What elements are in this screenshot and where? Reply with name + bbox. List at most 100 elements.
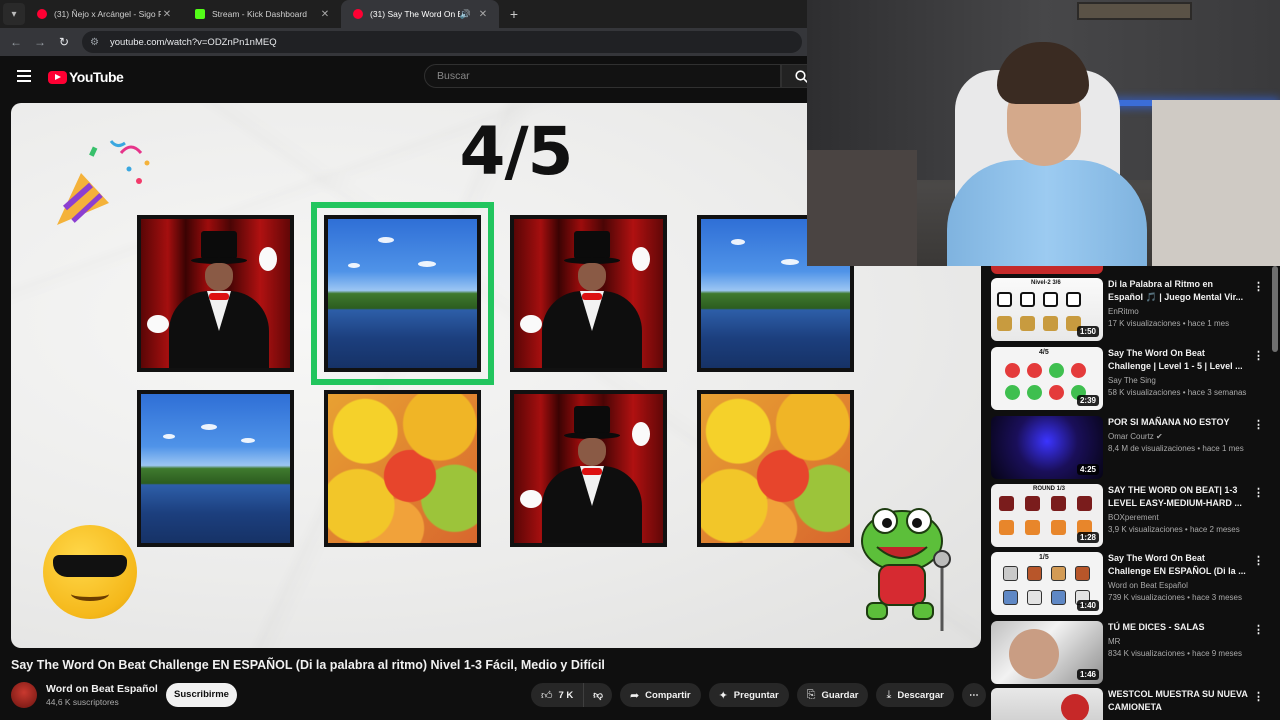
video-thumbnail[interactable]: Nivel-2 3/6 1:50	[991, 278, 1103, 341]
recommendation-item[interactable]: 4:25 POR SI MAÑANA NO ESTOY Omar Courtz …	[991, 416, 1266, 480]
channel-name[interactable]: Word on Beat Español	[46, 683, 158, 695]
recommendation-item[interactable]: 4/5 2:39 Say The Word On Beat Challenge …	[991, 347, 1266, 411]
tab-title: Stream - Kick Dashboard	[212, 9, 307, 19]
search-input[interactable]: Buscar	[424, 64, 781, 88]
subscribe-button[interactable]: Suscribirme	[166, 683, 237, 707]
video-thumbnail[interactable]	[991, 688, 1103, 720]
video-thumbnail[interactable]: 1/5 1:40	[991, 552, 1103, 615]
browser-tab-3-active[interactable]: (31) Say The Word On Beat 🔊 ✕	[341, 0, 499, 28]
game-card-lake	[137, 390, 294, 547]
share-button[interactable]: ➦ Compartir	[619, 683, 701, 707]
tab-search-icon[interactable]: ▾	[3, 3, 25, 25]
video-duration: 2:39	[1076, 395, 1099, 406]
recommendation-item[interactable]: WESTCOL MUESTRA SU NUEVA CAMIONETA ⋮	[991, 688, 1266, 720]
video-thumbnail[interactable]: ROUND 1/3 1:28	[991, 484, 1103, 547]
browser-tab-2[interactable]: Stream - Kick Dashboard ✕	[183, 0, 341, 28]
dislike-button[interactable]: 👎︎	[584, 683, 612, 707]
game-card-magician	[510, 390, 667, 547]
share-label: Compartir	[645, 689, 691, 701]
game-card-magician	[137, 215, 294, 372]
sidebar-scrollbar[interactable]	[1272, 266, 1278, 352]
download-icon: ⤓	[886, 688, 892, 701]
close-tab-icon[interactable]: ✕	[161, 9, 173, 20]
streamer-jersey	[947, 160, 1147, 266]
ask-label: Preguntar	[733, 689, 779, 701]
youtube-favicon-icon	[353, 9, 363, 19]
ask-button[interactable]: ✦ Preguntar	[708, 683, 789, 707]
recommendation-meta: 17 K visualizaciones • hace 1 mes	[1108, 319, 1230, 328]
recommendation-title[interactable]: Di la Palabra al Ritmo en Español 🎵 | Ju…	[1108, 278, 1248, 304]
video-thumbnail[interactable]: 4:25	[991, 416, 1103, 479]
logo-text: YouTube	[69, 69, 124, 85]
recommendation-item[interactable]: ROUND 1/3 1:28 SAY THE WORD ON BEAT| 1-3…	[991, 484, 1266, 548]
recommendation-title[interactable]: SAY THE WORD ON BEAT| 1-3 LEVEL EASY-MED…	[1108, 484, 1248, 510]
video-title: Say The Word On Beat Challenge EN ESPAÑO…	[11, 658, 605, 672]
recommendation-title[interactable]: Say The Word On Beat Challenge | Level 1…	[1108, 347, 1248, 373]
video-duration: 4:25	[1076, 464, 1099, 475]
more-actions-button[interactable]: ⋯	[961, 683, 986, 707]
url-text: youtube.com/watch?v=ODZnPn1nMEQ	[110, 36, 277, 48]
forward-icon[interactable]: →	[28, 35, 52, 49]
menu-icon[interactable]	[17, 70, 31, 82]
channel-avatar[interactable]	[11, 682, 37, 708]
close-tab-icon[interactable]: ✕	[319, 9, 331, 20]
share-icon: ➦	[629, 689, 640, 702]
recommendation-title[interactable]: POR SI MAÑANA NO ESTOY	[1108, 416, 1248, 429]
recommendation-item[interactable]: 1:46 TÚ ME DICES - SALAS MR 834 K visual…	[991, 621, 1266, 685]
recommendation-channel[interactable]: BOXperement	[1108, 513, 1248, 522]
webcam-overlay	[807, 0, 1280, 266]
browser-tab-1[interactable]: (31) Ñejo x Arcángel - Sigo Pen ✕	[25, 0, 183, 28]
recommendation-item[interactable]: 1/5 1:40 Say The Word On Beat Challenge …	[991, 552, 1266, 616]
bookmark-icon: ⎘	[806, 688, 816, 701]
recommendation-title[interactable]: Say The Word On Beat Challenge EN ESPAÑO…	[1108, 552, 1248, 578]
kick-favicon-icon	[195, 9, 205, 19]
youtube-favicon-icon	[37, 9, 47, 19]
more-options-icon[interactable]: ⋮	[1253, 280, 1264, 293]
thumbs-up-icon: 👍︎	[541, 689, 553, 702]
speaker-icon[interactable]: 🔊	[460, 9, 471, 20]
subscriber-count: 44,6 K suscriptores	[46, 697, 119, 707]
game-card-magician	[510, 215, 667, 372]
new-tab-button[interactable]: +	[503, 6, 525, 22]
youtube-logo[interactable]: YouTube	[48, 69, 124, 85]
sparkle-icon: ✦	[718, 689, 728, 702]
tab-title: (31) Say The Word On Beat	[370, 9, 460, 19]
back-icon[interactable]: ←	[4, 35, 28, 49]
site-info-icon[interactable]: ⚙	[90, 37, 104, 48]
recommendation-channel[interactable]: Say The Sing	[1108, 376, 1248, 385]
close-tab-icon[interactable]: ✕	[477, 9, 489, 20]
verified-icon: ✔	[1156, 432, 1163, 441]
more-options-icon[interactable]: ⋮	[1253, 690, 1264, 703]
more-options-icon[interactable]: ⋮	[1253, 554, 1264, 567]
recommendation-title[interactable]: TÚ ME DICES - SALAS	[1108, 621, 1248, 634]
reload-icon[interactable]: ↻	[52, 35, 76, 49]
recommendation-channel[interactable]: Omar Courtz ✔	[1108, 432, 1248, 441]
recommendation-meta: 739 K visualizaciones • hace 3 meses	[1108, 593, 1242, 602]
more-options-icon[interactable]: ⋮	[1253, 623, 1264, 636]
recommendation-meta: 8,4 M de visualizaciones • hace 1 mes	[1108, 444, 1244, 453]
recommendation-channel[interactable]: EnRitmo	[1108, 307, 1248, 316]
wall-frame	[1077, 2, 1192, 20]
round-score: 4/5	[459, 113, 574, 190]
video-duration: 1:40	[1076, 600, 1099, 611]
recommendation-item[interactable]: Nivel-2 3/6 1:50 Di la Palabra al Ritmo …	[991, 278, 1266, 342]
url-field[interactable]: ⚙ youtube.com/watch?v=ODZnPn1nMEQ	[82, 31, 802, 53]
save-button[interactable]: ⎘ Guardar	[796, 683, 869, 707]
recommendation-channel[interactable]: MR	[1108, 637, 1248, 646]
recommendation-meta: 834 K visualizaciones • hace 9 meses	[1108, 649, 1242, 658]
recommendation-channel[interactable]: Word on Beat Español	[1108, 581, 1248, 590]
more-options-icon[interactable]: ⋮	[1253, 418, 1264, 431]
recommendations-sidebar: Nivel-2 3/6 1:50 Di la Palabra al Ritmo …	[991, 266, 1280, 720]
download-label: Descargar	[897, 689, 944, 701]
video-actions: 👍︎ 7 K 👎︎ ➦ Compartir ✦ Preguntar ⎘ Guar…	[531, 683, 986, 707]
more-options-icon[interactable]: ⋮	[1253, 349, 1264, 362]
more-icon: ⋯	[969, 689, 979, 701]
video-duration: 1:28	[1076, 532, 1099, 543]
video-thumbnail[interactable]: 4/5 2:39	[991, 347, 1103, 410]
download-button[interactable]: ⤓ Descargar	[876, 683, 954, 707]
more-options-icon[interactable]: ⋮	[1253, 486, 1264, 499]
recommendation-title[interactable]: WESTCOL MUESTRA SU NUEVA CAMIONETA	[1108, 688, 1248, 714]
game-card-mango	[324, 390, 481, 547]
video-thumbnail[interactable]: 1:46	[991, 621, 1103, 684]
like-button[interactable]: 👍︎ 7 K	[531, 683, 585, 707]
